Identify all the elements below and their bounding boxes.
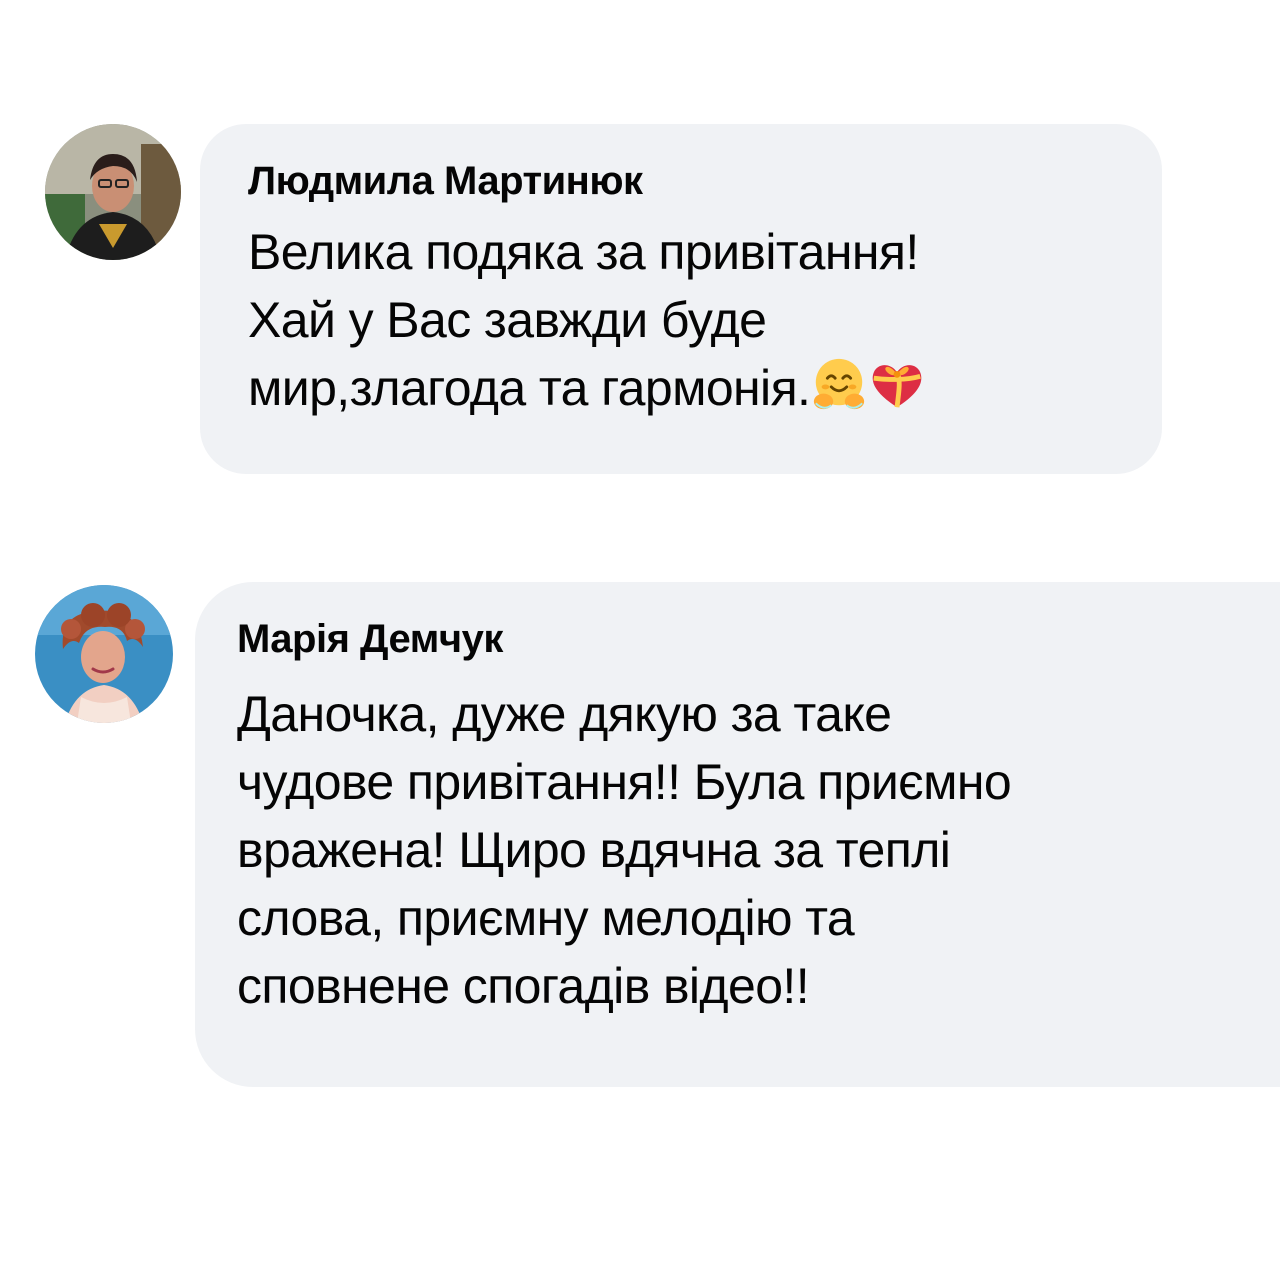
profile-photo <box>45 124 181 260</box>
comment-text-fragment: мир,злагода та гармонія. <box>248 360 811 416</box>
heart-with-ribbon-emoji <box>868 355 926 413</box>
comment-text-line: Велика подяка за привітання! <box>248 224 919 280</box>
comment-text-line: мир,злагода та гармонія. <box>248 354 1162 422</box>
comment-text-line: сповнене спогадів відео!! <box>237 958 810 1014</box>
comment-text-line: чудове привітання!! Була приємно <box>237 754 1012 810</box>
comment-author-name[interactable]: Марія Демчук <box>237 616 1280 662</box>
profile-photo <box>35 585 173 723</box>
comment-bubble: Людмила Мартинюк Велика подяка за привіт… <box>200 124 1162 474</box>
comment-author-name[interactable]: Людмила Мартинюк <box>248 158 1162 204</box>
hugging-face-emoji <box>810 355 868 413</box>
comment-text-line: Хай у Вас завжди буде <box>248 292 767 348</box>
avatar[interactable] <box>45 124 181 260</box>
comment-text-line: вражена! Щиро вдячна за теплі <box>237 822 951 878</box>
comment-text-line: Даночка, дуже дякую за таке <box>237 686 892 742</box>
comment-bubble: Марія Демчук Даночка, дуже дякую за таке… <box>195 582 1280 1087</box>
avatar[interactable] <box>35 585 173 723</box>
comment-text-line: слова, приємну мелодію та <box>237 890 855 946</box>
